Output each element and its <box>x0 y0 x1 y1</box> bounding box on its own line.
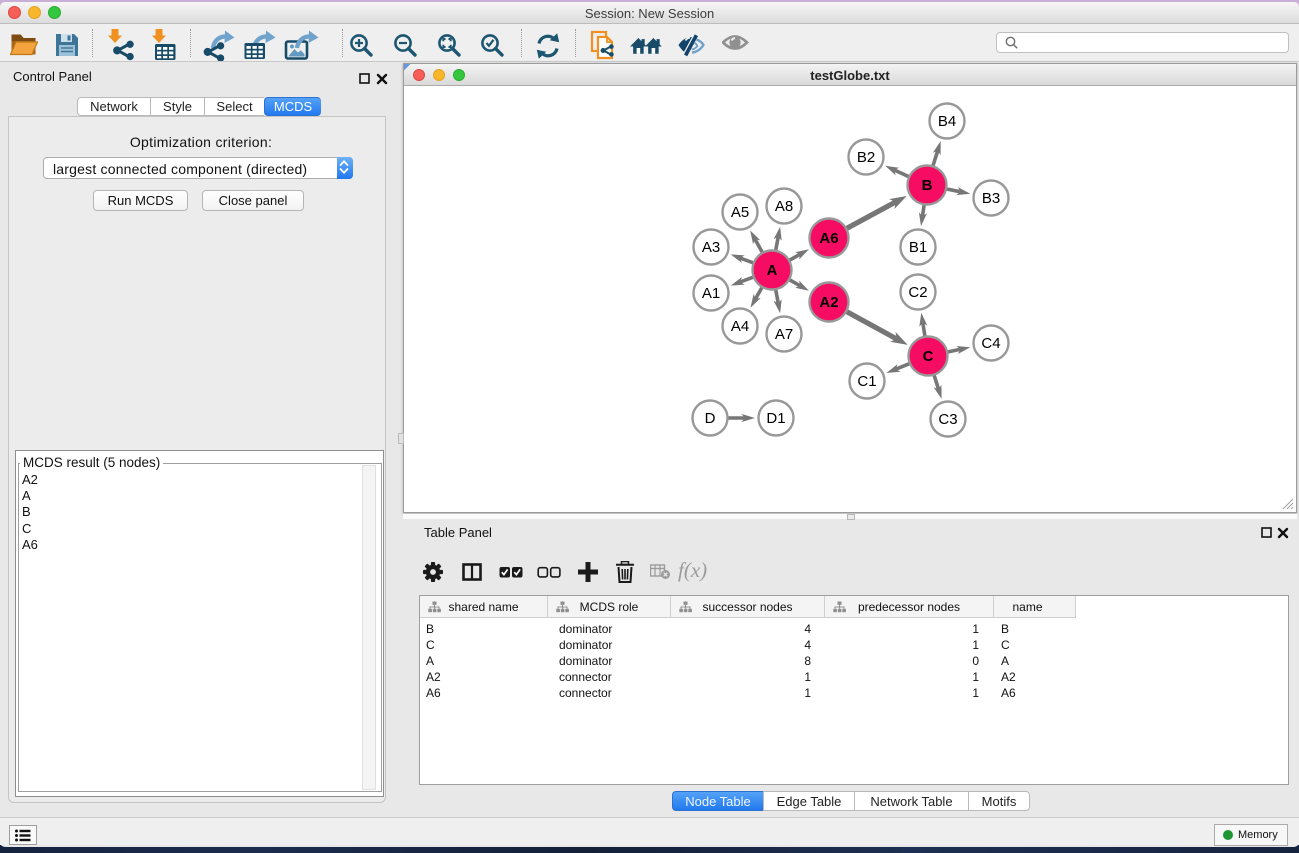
svg-text:C1: C1 <box>857 373 876 390</box>
svg-text:C4: C4 <box>981 335 1000 352</box>
svg-text:D: D <box>705 410 716 427</box>
svg-text:D1: D1 <box>766 410 785 427</box>
svg-text:A4: A4 <box>731 318 749 335</box>
svg-text:B4: B4 <box>938 113 956 130</box>
svg-text:A2: A2 <box>819 294 838 311</box>
svg-text:B1: B1 <box>909 239 927 256</box>
svg-text:A: A <box>767 262 778 279</box>
svg-text:B2: B2 <box>857 149 875 166</box>
svg-text:C2: C2 <box>908 284 927 301</box>
svg-text:A1: A1 <box>702 285 720 302</box>
svg-text:A6: A6 <box>819 230 838 247</box>
svg-text:C3: C3 <box>938 411 957 428</box>
svg-text:A3: A3 <box>702 239 720 256</box>
svg-text:A7: A7 <box>775 326 793 343</box>
svg-text:A5: A5 <box>731 204 749 221</box>
svg-text:B: B <box>922 177 933 194</box>
svg-text:B3: B3 <box>982 190 1000 207</box>
svg-text:C: C <box>923 348 934 365</box>
svg-text:A8: A8 <box>775 198 793 215</box>
